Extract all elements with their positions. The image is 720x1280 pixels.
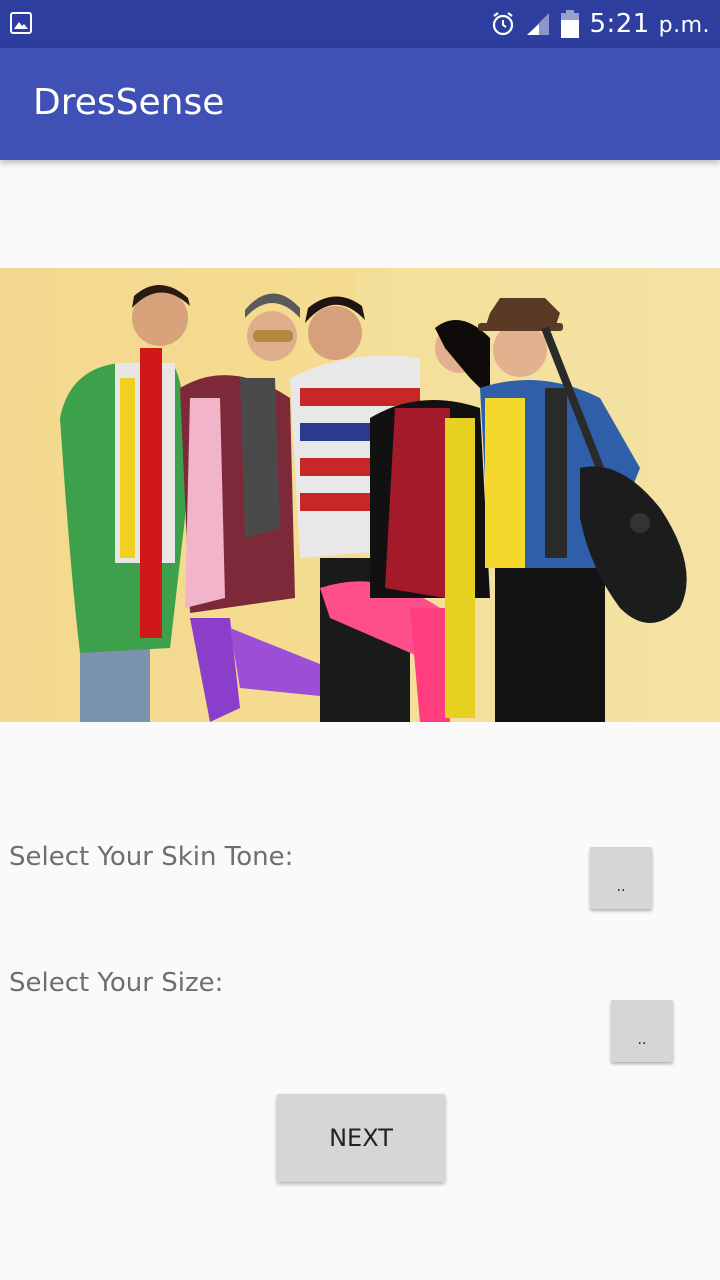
- skin-tone-button[interactable]: ..: [590, 847, 652, 909]
- battery-icon: [561, 10, 580, 38]
- app-title: DresSense: [33, 82, 225, 123]
- gallery-icon: [10, 12, 32, 34]
- alarm-icon: [493, 12, 514, 36]
- size-label: Select Your Size:: [9, 968, 224, 998]
- fashion-group-photo: [0, 268, 720, 722]
- size-button[interactable]: ..: [611, 1000, 673, 1062]
- app-bar: DresSense: [0, 48, 720, 160]
- skin-tone-label: Select Your Skin Tone:: [9, 842, 294, 872]
- next-button[interactable]: NEXT: [277, 1094, 445, 1182]
- signal-icon: [527, 13, 550, 35]
- status-bar: 5:21 p.m.: [0, 0, 720, 48]
- status-time: 5:21 p.m.: [589, 9, 710, 39]
- hero-image: [0, 268, 720, 722]
